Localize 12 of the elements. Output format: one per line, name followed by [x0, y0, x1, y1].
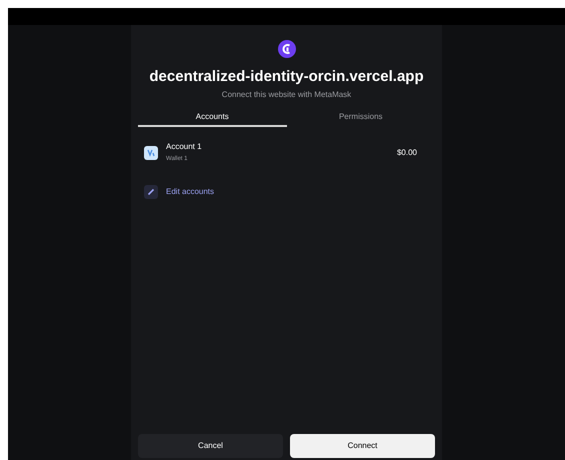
site-logo-icon: [278, 40, 296, 58]
account-name: Account 1: [166, 141, 203, 153]
connect-button[interactable]: Connect: [290, 434, 435, 458]
site-subtitle: Connect this website with MetaMask: [220, 89, 352, 101]
edit-accounts-link[interactable]: Edit accounts: [166, 186, 214, 198]
cancel-button[interactable]: Cancel: [138, 434, 283, 458]
pencil-icon: [144, 185, 158, 199]
tab[interactable]: Accounts: [138, 109, 286, 127]
tab[interactable]: Permissions: [286, 109, 435, 127]
site-title: decentralized-identity-orcin.vercel.app: [148, 67, 425, 87]
account-avatar-icon: [144, 146, 158, 160]
account-balance: $0.00: [396, 146, 417, 158]
